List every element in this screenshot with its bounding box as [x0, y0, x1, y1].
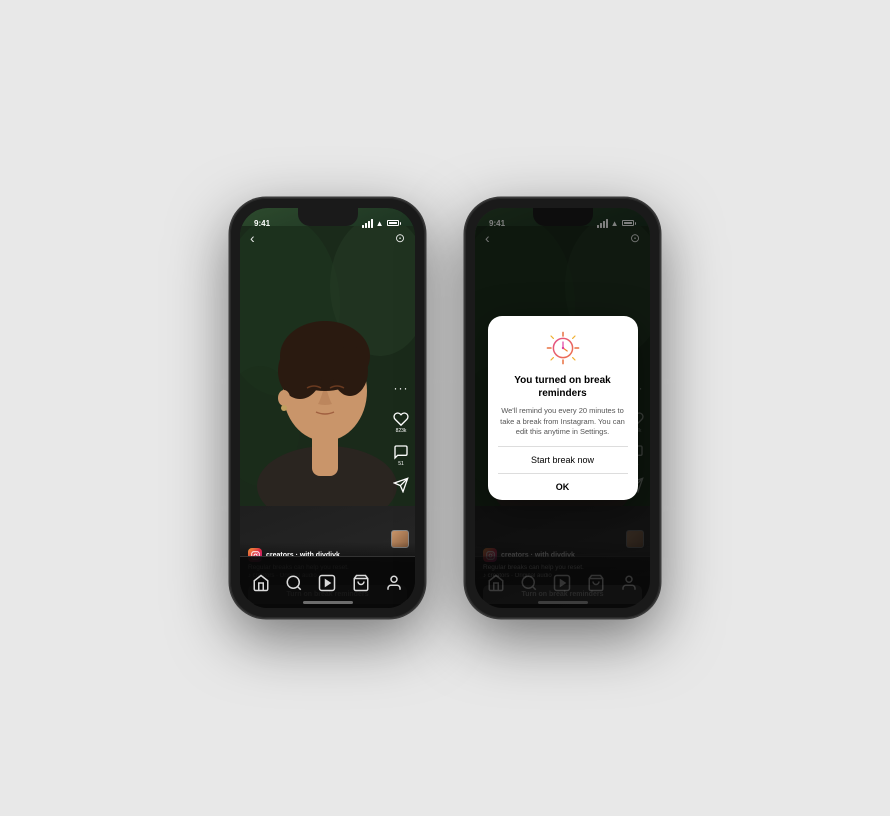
nav-search-1[interactable]	[285, 574, 303, 592]
comment-count-1: 51	[398, 461, 404, 467]
comment-icon-1	[393, 444, 409, 460]
status-icons-1: ▲	[362, 219, 401, 228]
person-image-1	[240, 226, 415, 506]
search-icon-1	[285, 574, 303, 592]
clock-icon	[545, 330, 581, 366]
comment-button-1[interactable]: 51	[393, 444, 409, 467]
signal-bars-1	[362, 219, 373, 228]
more-options-1[interactable]: ···	[394, 381, 409, 395]
break-reminder-modal: You turned on break reminders We'll remi…	[488, 316, 638, 500]
wifi-icon-1: ▲	[376, 219, 384, 228]
modal-overlay: You turned on break reminders We'll remi…	[475, 208, 650, 608]
like-count-1: 823k	[396, 428, 407, 434]
nav-home-1[interactable]	[252, 574, 270, 592]
modal-title: You turned on break reminders	[498, 374, 628, 400]
phone-2: 9:41 ▲ ‹ ⊙	[465, 198, 660, 618]
share-icon-1	[393, 477, 409, 493]
reels-icon-1	[318, 574, 336, 592]
profile-icon-1	[385, 574, 403, 592]
notch-1	[298, 208, 358, 226]
home-icon-1	[252, 574, 270, 592]
share-button-1[interactable]	[393, 477, 409, 493]
like-button-1[interactable]: 823k	[393, 411, 409, 434]
nav-profile-1[interactable]	[385, 574, 403, 592]
nav-reels-1[interactable]	[318, 574, 336, 592]
phone-1: 9:41 ▲ ‹ ⊙	[230, 198, 425, 618]
heart-icon-1	[393, 411, 409, 427]
ok-button[interactable]: OK	[498, 474, 628, 500]
battery-1	[387, 220, 402, 226]
nav-shop-1[interactable]	[352, 574, 370, 592]
home-indicator-1	[303, 601, 353, 604]
side-icons-1: ··· 823k 51	[393, 381, 409, 493]
phone-2-screen: 9:41 ▲ ‹ ⊙	[475, 208, 650, 608]
phones-container: 9:41 ▲ ‹ ⊙	[230, 198, 660, 618]
modal-description: We'll remind you every 20 minutes to tak…	[498, 406, 628, 438]
phone-1-screen: 9:41 ▲ ‹ ⊙	[240, 208, 415, 608]
start-break-button[interactable]: Start break now	[498, 447, 628, 473]
status-time-1: 9:41	[254, 219, 270, 228]
shop-icon-1	[352, 574, 370, 592]
